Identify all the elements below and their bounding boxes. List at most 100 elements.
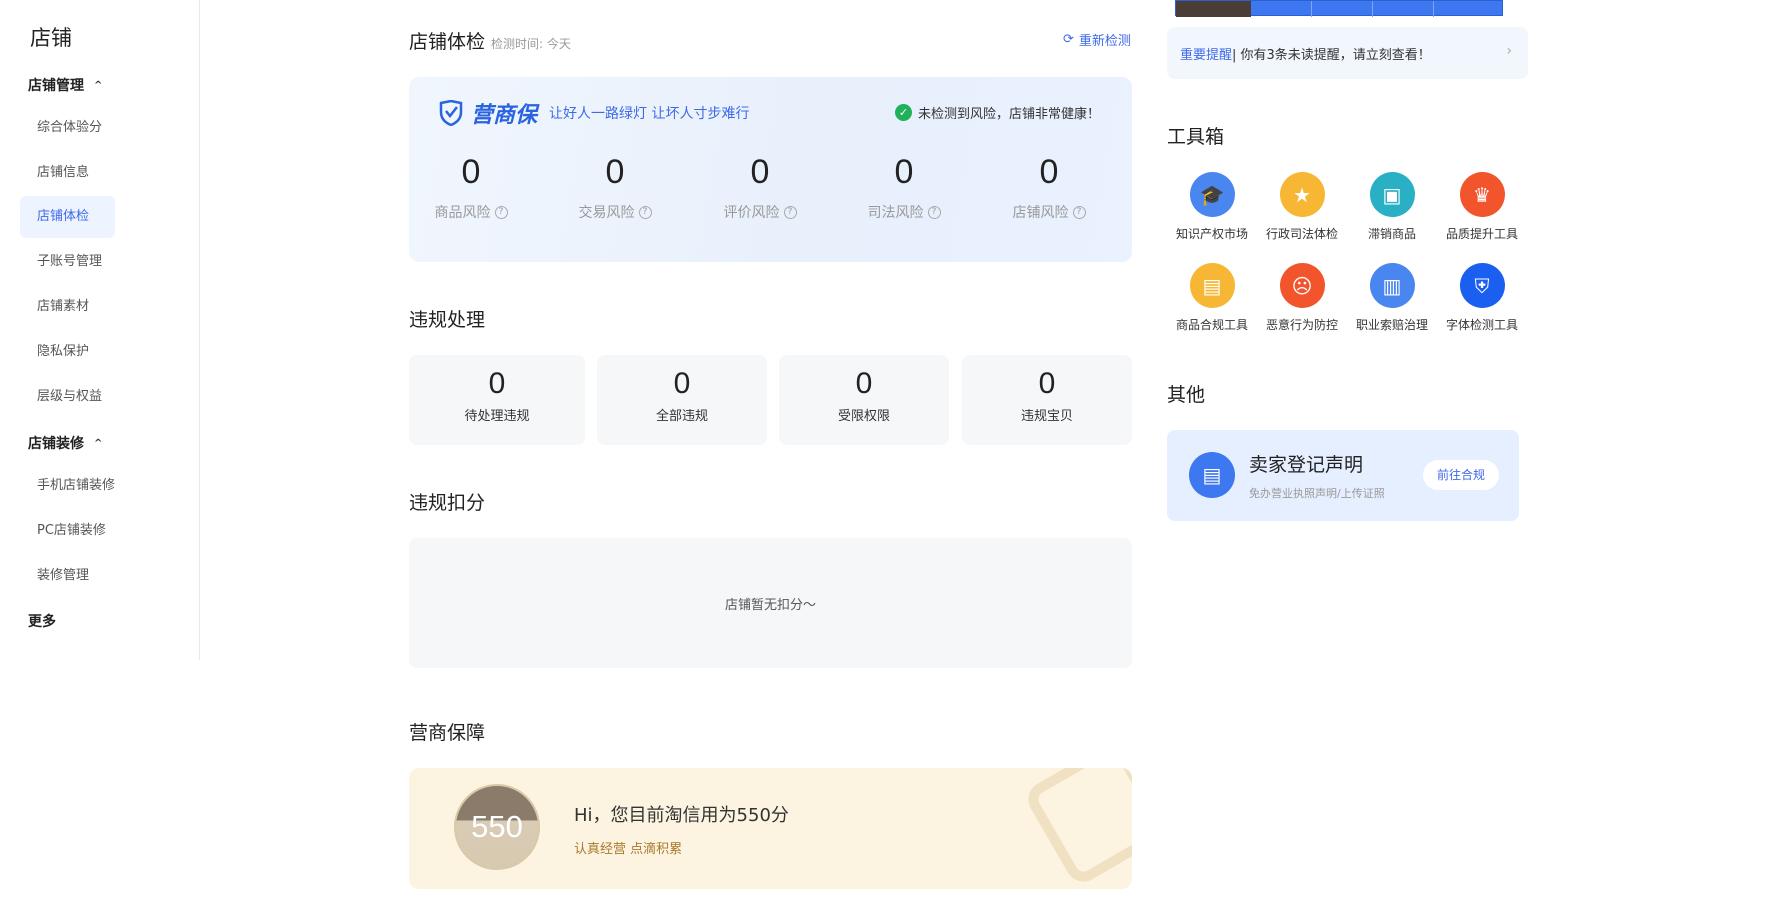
risk-item-judicial[interactable]: 0 司法风险? (849, 153, 959, 222)
font-shield-icon: ⛨ (1459, 263, 1505, 308)
violation-value: 0 (1038, 367, 1056, 400)
credit-score-badge: 550 (454, 784, 540, 870)
risk-label: 交易风险? (560, 202, 670, 222)
sidebar-item-pc-decoration[interactable]: PC店铺装修 (20, 510, 115, 552)
risk-value: 0 (750, 153, 770, 191)
notice-highlight[interactable]: 重要提醒 (1180, 44, 1232, 63)
health-status: ✓ 未检测到风险，店铺非常健康！ (894, 103, 1100, 122)
risk-item-product[interactable]: 0 商品风险? (416, 153, 526, 222)
violation-restricted[interactable]: 0 受限权限 (779, 355, 949, 445)
important-notice[interactable]: 重要提醒 | 你有3条未读提醒，请立刻查看！ › (1167, 27, 1528, 79)
recheck-button[interactable]: ⟳ 重新检测 (1063, 30, 1131, 49)
violation-label: 全部违规 (655, 409, 708, 424)
sidebar-item-levels[interactable]: 层级与权益 (20, 376, 115, 418)
health-check-title: 店铺体检 检测时间: 今天 (409, 27, 571, 54)
risk-label: 商品风险? (416, 202, 526, 222)
sidebar-item-label: 店铺体检 (37, 209, 90, 224)
shield-badge-icon: ★ (1279, 172, 1325, 217)
question-icon[interactable]: ? (927, 205, 941, 219)
thumbnail-image (1176, 1, 1251, 17)
risk-value: 0 (605, 153, 625, 191)
frown-face-icon: ☹ (1279, 263, 1325, 308)
tool-malicious-control[interactable]: ☹ 恶意行为防控 (1257, 263, 1347, 333)
other-title: 其他 (1167, 384, 1206, 406)
sidebar-item-shop-info[interactable]: 店铺信息 (20, 152, 115, 194)
risk-item-shop[interactable]: 0 店铺风险? (994, 153, 1104, 222)
go-compliance-button[interactable]: 前往合规 (1422, 460, 1499, 490)
sidebar-item-label: PC店铺装修 (37, 523, 106, 538)
tool-compliance[interactable]: ▤ 商品合规工具 (1167, 263, 1257, 333)
chevron-up-icon: ^ (94, 79, 103, 91)
risk-item-review[interactable]: 0 评价风险? (705, 153, 815, 222)
violation-items[interactable]: 0 违规宝贝 (962, 355, 1132, 445)
tool-font-check[interactable]: ⛨ 字体检测工具 (1437, 263, 1527, 333)
risk-label: 店铺风险? (994, 202, 1104, 222)
sidebar-group-more[interactable]: 更多 (28, 611, 56, 631)
risk-value: 0 (461, 153, 481, 191)
check-circle-icon: ✓ (894, 104, 912, 121)
violation-value: 0 (488, 367, 506, 400)
sidebar-item-label: 手机店铺装修 (37, 478, 116, 493)
tool-label: 品质提升工具 (1445, 227, 1518, 241)
sidebar-item-label: 综合体验分 (37, 120, 103, 135)
risk-item-trade[interactable]: 0 交易风险? (560, 153, 670, 222)
health-status-text: 未检测到风险，店铺非常健康！ (917, 107, 1100, 122)
sidebar-item-privacy[interactable]: 隐私保护 (20, 331, 115, 373)
guarantee-title: 营商保障 (409, 722, 486, 744)
risk-value: 0 (1039, 153, 1059, 191)
risk-label-text: 交易风险 (578, 205, 635, 221)
violation-pending[interactable]: 0 待处理违规 (409, 355, 585, 445)
sidebar-item-shop-assets[interactable]: 店铺素材 (20, 286, 115, 328)
toolbar-divider (1311, 1, 1312, 17)
clipboard-icon: ▥ (1369, 263, 1415, 308)
tool-label: 职业索赔治理 (1355, 318, 1428, 332)
sidebar-item-label: 装修管理 (37, 568, 90, 583)
violation-all[interactable]: 0 全部违规 (597, 355, 767, 445)
question-icon[interactable]: ? (1072, 205, 1086, 219)
brand-slogan: 让好人一路绿灯 让坏人寸步难行 (549, 106, 750, 122)
sidebar-item-label: 层级与权益 (37, 389, 103, 404)
tool-label: 恶意行为防控 (1265, 318, 1338, 332)
question-icon[interactable]: ? (783, 205, 797, 219)
risk-label: 评价风险? (705, 202, 815, 222)
tool-ip-market[interactable]: 🎓 知识产权市场 (1167, 172, 1257, 242)
tool-judicial-check[interactable]: ★ 行政司法体检 (1257, 172, 1347, 242)
sidebar-item-overall-score[interactable]: 综合体验分 (20, 107, 115, 149)
tool-quality[interactable]: ♛ 品质提升工具 (1437, 172, 1527, 242)
violation-label: 待处理违规 (464, 409, 530, 424)
crown-icon: ♛ (1459, 172, 1505, 217)
recheck-label: 重新检测 (1078, 34, 1131, 49)
violation-value: 0 (855, 367, 873, 400)
tool-label: 滞销商品 (1367, 227, 1416, 241)
tool-slow-selling[interactable]: ▣ 滞销商品 (1347, 172, 1437, 242)
sidebar-item-sub-accounts[interactable]: 子账号管理 (20, 241, 115, 283)
sidebar-item-mobile-decoration[interactable]: 手机店铺装修 (20, 465, 115, 507)
health-check-card: 营商保 让好人一路绿灯 让坏人寸步难行 ✓ 未检测到风险，店铺非常健康！ 0 商… (409, 77, 1132, 262)
chevron-right-icon: › (1506, 43, 1512, 59)
sidebar-item-decoration-management[interactable]: 装修管理 (20, 555, 115, 597)
deduction-empty-text: 店铺暂无扣分～ (724, 597, 816, 613)
deduction-title: 违规扣分 (409, 492, 486, 514)
tool-claim-governance[interactable]: ▥ 职业索赔治理 (1347, 263, 1437, 333)
violation-title: 违规处理 (409, 309, 486, 331)
question-icon[interactable]: ? (638, 205, 652, 219)
floating-toolbar[interactable] (1175, 0, 1503, 17)
sidebar: 店铺 店铺管理 ^ 综合体验分 店铺信息 店铺体检 子账号管理 店铺素材 隐私保… (0, 0, 200, 660)
sidebar-item-shop-check[interactable]: 店铺体检 (20, 196, 115, 238)
refresh-icon: ⟳ (1063, 32, 1074, 47)
deduction-empty: 店铺暂无扣分～ (409, 538, 1132, 668)
decorative-bag-icon (1021, 768, 1132, 889)
risk-label-text: 司法风险 (867, 205, 924, 221)
sidebar-group-decoration[interactable]: 店铺装修 ^ (28, 433, 102, 453)
seller-registration-card[interactable]: ▤ 卖家登记声明 免办营业执照声明/上传证照 前往合规 (1167, 430, 1519, 521)
tool-label: 字体检测工具 (1445, 318, 1518, 332)
section-title-text: 店铺体检 (409, 31, 486, 53)
sidebar-group-shop-management[interactable]: 店铺管理 ^ (28, 75, 102, 95)
tool-label: 行政司法体检 (1265, 227, 1338, 241)
question-icon[interactable]: ? (494, 205, 508, 219)
violation-value: 0 (673, 367, 691, 400)
sidebar-group-label: 更多 (28, 614, 56, 630)
risk-label-text: 店铺风险 (1012, 205, 1069, 221)
document-icon: ▤ (1189, 452, 1235, 498)
toolbox-title: 工具箱 (1167, 126, 1225, 148)
